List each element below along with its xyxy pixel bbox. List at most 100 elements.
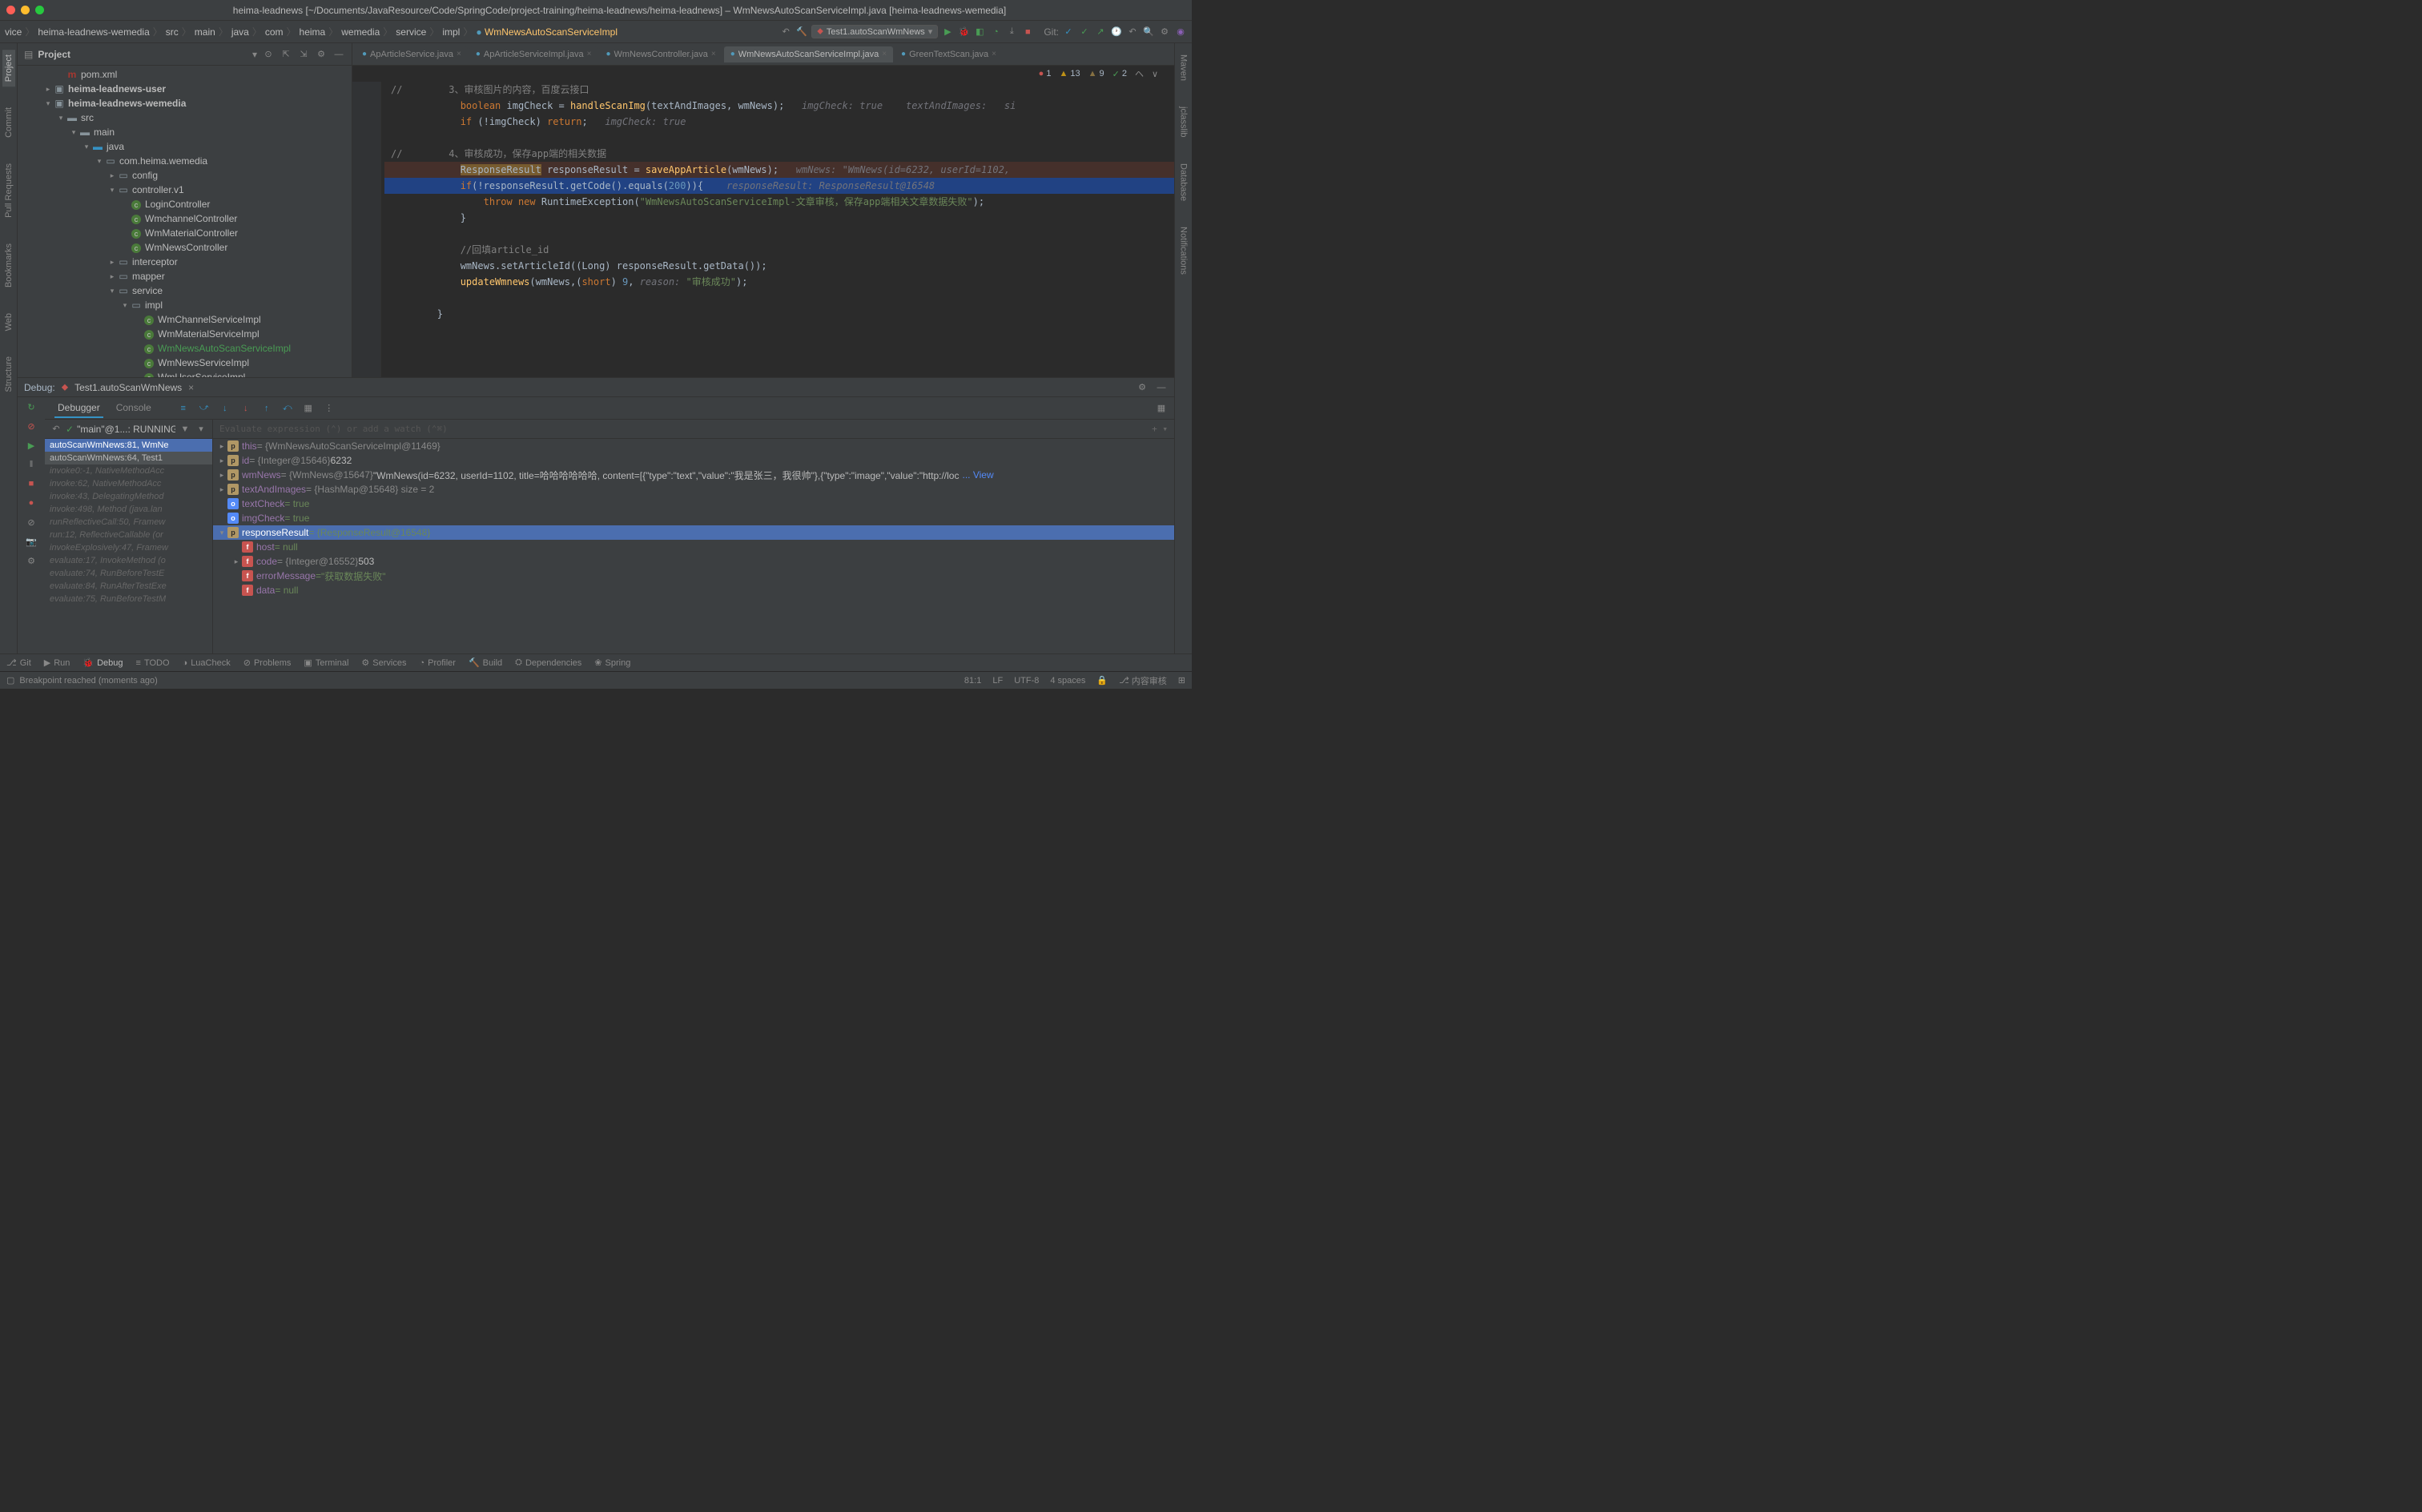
code-line[interactable]: [384, 130, 1174, 146]
tree-item[interactable]: ▸▭interceptor: [18, 255, 352, 269]
stack-frame[interactable]: autoScanWmNews:64, Test1: [45, 452, 212, 464]
tree-item[interactable]: cWmNewsController: [18, 240, 352, 255]
left-tab-bookmarks[interactable]: Bookmarks: [2, 239, 15, 292]
stop-icon[interactable]: ■: [1021, 26, 1034, 38]
tree-item[interactable]: cWmMaterialController: [18, 226, 352, 240]
debug-settings-icon[interactable]: ⚙: [1136, 381, 1149, 394]
tree-item[interactable]: ▸▣heima-leadnews-user: [18, 82, 352, 96]
collapse-all-icon[interactable]: ⇲: [297, 48, 310, 61]
left-tab-project[interactable]: Project: [2, 50, 15, 86]
close-window-button[interactable]: [6, 6, 15, 14]
debug-tab-debugger[interactable]: Debugger: [54, 399, 103, 418]
line-separator[interactable]: LF: [992, 676, 1003, 686]
tree-item[interactable]: cWmNewsServiceImpl: [18, 356, 352, 370]
editor-tab[interactable]: ●WmNewsAutoScanServiceImpl.java×: [724, 46, 893, 62]
variable-row[interactable]: ▸ptextAndImages = {HashMap@15648} size =…: [213, 482, 1174, 497]
code-editor[interactable]: // 3、审核图片的内容，百度云接口 boolean imgCheck = ha…: [352, 82, 1174, 377]
breadcrumb-item[interactable]: vice: [5, 26, 22, 38]
stack-frame[interactable]: evaluate:84, RunAfterTestExe: [45, 580, 212, 593]
breadcrumb-item[interactable]: impl: [442, 26, 460, 38]
git-rollback-icon[interactable]: ↶: [1126, 26, 1139, 38]
right-tab-jclasslib[interactable]: jclasslib: [1177, 102, 1190, 143]
tree-item[interactable]: ▾▭controller.v1: [18, 183, 352, 197]
breadcrumb-item[interactable]: ● WmNewsAutoScanServiceImpl: [476, 26, 618, 38]
debug-more-icon[interactable]: ⚙: [25, 554, 38, 567]
code-line[interactable]: ResponseResult responseResult = saveAppA…: [384, 162, 1174, 178]
settings-icon[interactable]: ⚙: [1158, 26, 1171, 38]
code-line[interactable]: // 4、审核成功，保存app端的相关数据: [384, 146, 1174, 162]
code-line[interactable]: [384, 226, 1174, 242]
editor-gutter[interactable]: [352, 82, 381, 377]
git-history-icon[interactable]: 🕐: [1110, 26, 1123, 38]
tree-item[interactable]: cWmChannelServiceImpl: [18, 312, 352, 327]
pause-icon[interactable]: ‖: [25, 458, 38, 471]
right-tab-notifications[interactable]: Notifications: [1177, 222, 1190, 279]
frames-dropdown-icon[interactable]: ▾: [195, 423, 207, 436]
project-tree[interactable]: mpom.xml▸▣heima-leadnews-user▾▣heima-lea…: [18, 66, 352, 377]
tree-item[interactable]: cLoginController: [18, 197, 352, 211]
tree-item[interactable]: ▸▭mapper: [18, 269, 352, 284]
step-out-icon[interactable]: ↑: [260, 402, 273, 415]
tree-item[interactable]: ▾▭impl: [18, 298, 352, 312]
indent-info[interactable]: 4 spaces: [1050, 676, 1085, 686]
stack-frame[interactable]: invokeExplosively:47, Framew: [45, 541, 212, 554]
bottom-tab-git[interactable]: ⎇Git: [6, 657, 31, 668]
code-line[interactable]: if (!imgCheck) return; imgCheck: true: [384, 114, 1174, 130]
stack-frame[interactable]: evaluate:75, RunBeforeTestM: [45, 593, 212, 605]
expand-all-icon[interactable]: ⇱: [280, 48, 292, 61]
bottom-tab-todo[interactable]: ≡TODO: [136, 658, 170, 668]
code-line[interactable]: }: [384, 210, 1174, 226]
code-line[interactable]: if(!responseResult.getCode().equals(200)…: [384, 178, 1174, 194]
breadcrumb-item[interactable]: service: [396, 26, 426, 38]
breadcrumb-item[interactable]: java: [231, 26, 249, 38]
tree-item[interactable]: ▾▬main: [18, 125, 352, 139]
panel-settings-icon[interactable]: ⚙: [315, 48, 328, 61]
tree-item[interactable]: cWmNewsAutoScanServiceImpl: [18, 341, 352, 356]
breadcrumb[interactable]: vice〉heima-leadnews-wemedia〉src〉main〉jav…: [5, 25, 776, 38]
bottom-tab-problems[interactable]: ⊘Problems: [243, 657, 292, 668]
stop2-icon[interactable]: ■: [25, 477, 38, 490]
file-encoding[interactable]: UTF-8: [1014, 676, 1039, 686]
stack-frame[interactable]: evaluate:17, InvokeMethod (o: [45, 554, 212, 567]
stack-frame[interactable]: autoScanWmNews:81, WmNe: [45, 439, 212, 452]
code-line[interactable]: updateWmnews(wmNews,(short) 9, reason: "…: [384, 274, 1174, 290]
tree-item[interactable]: ▾▬src: [18, 111, 352, 125]
editor-tab[interactable]: ●WmNewsController.java×: [599, 46, 722, 62]
trace-icon[interactable]: ⋮: [323, 402, 336, 415]
tree-item[interactable]: ▾▭com.heima.wemedia: [18, 154, 352, 168]
breadcrumb-item[interactable]: wemedia: [341, 26, 380, 38]
git-branch[interactable]: 内容审核: [1132, 674, 1167, 687]
drop-frame-icon[interactable]: ⤺: [281, 402, 294, 415]
right-tab-database[interactable]: Database: [1177, 159, 1190, 206]
tree-item[interactable]: cWmUserServiceImpl: [18, 370, 352, 377]
hide-panel-icon[interactable]: —: [332, 48, 345, 61]
bottom-tab-terminal[interactable]: ▣Terminal: [304, 657, 348, 668]
code-line[interactable]: wmNews.setArticleId((Long) responseResul…: [384, 258, 1174, 274]
variable-row[interactable]: otextCheck = true: [213, 497, 1174, 511]
thread-label[interactable]: "main"@1...: RUNNING: [77, 424, 175, 435]
variable-row[interactable]: oimgCheck = true: [213, 511, 1174, 525]
inspection-widget[interactable]: ●1 ▲13 ▲9 ✓2 ヘ∨: [352, 66, 1174, 82]
code-line[interactable]: //回填article_id: [384, 242, 1174, 258]
debug-icon[interactable]: 🐞: [957, 26, 970, 38]
resume-icon[interactable]: ▶: [25, 439, 38, 452]
mute-bp-icon[interactable]: ⊘: [25, 516, 38, 529]
editor-tab[interactable]: ●ApArticleServiceImpl.java×: [469, 46, 598, 62]
profile-icon[interactable]: ◔: [989, 26, 1002, 38]
left-tab-commit[interactable]: Commit: [2, 103, 15, 143]
build-icon[interactable]: 🔨: [795, 26, 808, 38]
caret-position[interactable]: 81:1: [964, 676, 981, 686]
maximize-window-button[interactable]: [35, 6, 44, 14]
tree-item[interactable]: cWmMaterialServiceImpl: [18, 327, 352, 341]
tree-item[interactable]: cWmchannelController: [18, 211, 352, 226]
variable-row[interactable]: ▸pthis = {WmNewsAutoScanServiceImpl@1146…: [213, 439, 1174, 453]
tree-item[interactable]: ▾▭service: [18, 284, 352, 298]
variable-row[interactable]: fdata = null: [213, 583, 1174, 597]
bottom-tab-profiler[interactable]: ◔Profiler: [419, 658, 456, 668]
variable-row[interactable]: fhost = null: [213, 540, 1174, 554]
select-opened-icon[interactable]: ⊙: [262, 48, 275, 61]
bottom-tab-services[interactable]: ⚙Services: [361, 657, 406, 668]
nav-back-icon[interactable]: ↶: [779, 26, 792, 38]
git-push-icon[interactable]: ↗: [1094, 26, 1107, 38]
stack-frame[interactable]: invoke:62, NativeMethodAcc: [45, 477, 212, 490]
